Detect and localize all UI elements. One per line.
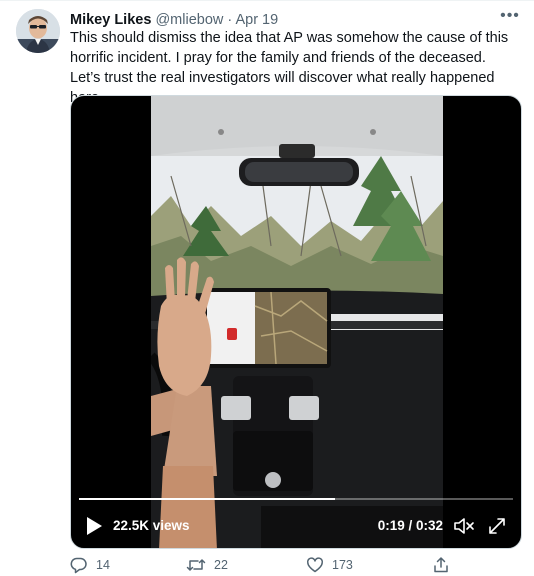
share-icon xyxy=(432,556,450,574)
tweet-header: Mikey Likes @mliebow · Apr 19 ••• xyxy=(70,8,520,30)
retweet-button[interactable]: 22 xyxy=(186,555,228,575)
reply-icon xyxy=(70,556,88,574)
like-button[interactable]: 173 xyxy=(306,555,353,575)
more-icon[interactable]: ••• xyxy=(500,8,520,28)
tweet-actions: 14 22 173 xyxy=(70,555,510,575)
video-timecode: 0:19 / 0:32 xyxy=(377,518,443,533)
like-count: 173 xyxy=(332,558,353,572)
retweet-count: 22 xyxy=(214,558,228,572)
video-progress-fill xyxy=(79,498,336,500)
expand-icon[interactable] xyxy=(487,516,507,536)
share-button[interactable] xyxy=(432,555,450,575)
reply-button[interactable]: 14 xyxy=(70,555,110,575)
author-name[interactable]: Mikey Likes xyxy=(70,12,151,28)
video-frame xyxy=(151,96,443,548)
video-controls: 22.5K views 0:19 / 0:32 xyxy=(71,508,521,544)
video-player[interactable]: 22.5K views 0:19 / 0:32 xyxy=(70,95,522,549)
tweet-card[interactable]: Mikey Likes @mliebow · Apr 19 ••• This s… xyxy=(0,0,534,576)
play-icon[interactable] xyxy=(85,516,103,536)
volume-icon[interactable] xyxy=(453,516,475,536)
author-handle[interactable]: @mliebow xyxy=(155,12,223,28)
like-icon xyxy=(306,556,324,574)
reply-count: 14 xyxy=(96,558,110,572)
retweet-icon xyxy=(186,556,206,574)
video-views: 22.5K views xyxy=(113,518,190,533)
tweet-time[interactable]: Apr 19 xyxy=(235,12,278,28)
video-progress-track[interactable] xyxy=(79,498,513,500)
avatar[interactable] xyxy=(16,9,60,53)
separator: · xyxy=(227,12,233,28)
